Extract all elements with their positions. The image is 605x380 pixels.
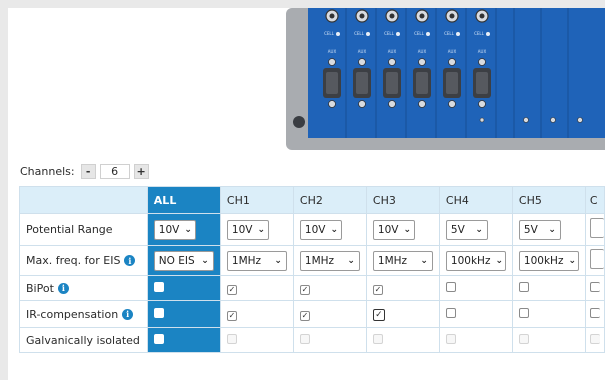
- bipot-checkbox-ch3[interactable]: ✓: [372, 284, 383, 295]
- increment-button[interactable]: +: [133, 163, 149, 179]
- max-freq-select-ch3[interactable]: 1MHz ⌄: [372, 250, 433, 271]
- chevron-down-icon: ⌄: [274, 255, 282, 266]
- max-freq-select-ch6-partial[interactable]: [589, 249, 604, 269]
- header-ch5: CH5: [511, 186, 586, 214]
- chevron-down-icon: ⌄: [495, 255, 503, 266]
- potential-range-select-ch5[interactable]: 5V ⌄: [518, 219, 561, 240]
- max-freq-select-all[interactable]: NO EIS ⌄: [153, 250, 214, 271]
- potential-range-select-ch2[interactable]: 10V ⌄: [299, 219, 342, 240]
- galvanic-checkbox-ch5: [518, 333, 529, 344]
- channels-label: Channels:: [20, 164, 75, 178]
- bipot-checkbox-ch5[interactable]: [518, 281, 529, 292]
- ir-comp-checkbox-ch4[interactable]: [445, 307, 456, 318]
- row-label-potential-range: Potential Range: [19, 213, 148, 246]
- ir-comp-checkbox-ch3[interactable]: ✓: [372, 309, 385, 322]
- header-ch6-partial: C: [584, 186, 605, 214]
- chevron-down-icon: ⌄: [475, 224, 483, 235]
- ir-comp-checkbox-ch6-partial[interactable]: [589, 307, 600, 318]
- galvanic-checkbox-ch1: [226, 333, 237, 344]
- chevron-down-icon: ⌄: [184, 224, 192, 235]
- bipot-checkbox-ch6-partial[interactable]: [589, 281, 600, 292]
- galvanic-checkbox-ch3: [372, 333, 383, 344]
- max-freq-select-ch2[interactable]: 1MHz ⌄: [299, 250, 360, 271]
- table-row-bipot: BiPot i ✓ ✓ ✓: [19, 275, 605, 301]
- ir-comp-checkbox-ch2[interactable]: ✓: [299, 310, 310, 321]
- potentiostat-device-image: CELL AUX CELL AUX CELL AUX CELL AUX CELL AUX CELL A…: [286, 8, 605, 150]
- galvanic-checkbox-ch4: [445, 333, 456, 344]
- chevron-down-icon: ⌄: [257, 224, 266, 235]
- channel-count-stepper: Channels: - 6 +: [20, 162, 149, 180]
- ir-comp-checkbox-ch1[interactable]: ✓: [226, 310, 237, 321]
- bipot-checkbox-ch2[interactable]: ✓: [299, 284, 310, 295]
- info-icon[interactable]: i: [122, 308, 134, 320]
- potential-range-select-ch3[interactable]: 10V ⌄: [372, 219, 415, 240]
- svg-text:CELL: CELL: [444, 31, 455, 36]
- potential-range-select-ch1[interactable]: 10V ⌄: [226, 219, 269, 240]
- channels-count-input[interactable]: 6: [99, 163, 130, 179]
- galvanic-checkbox-all[interactable]: [153, 333, 164, 344]
- row-label-max-freq: Max. freq. for EIS: [26, 254, 121, 267]
- header-all: ALL: [146, 186, 221, 214]
- svg-text:AUX: AUX: [448, 49, 457, 54]
- svg-text:AUX: AUX: [358, 49, 367, 54]
- bipot-checkbox-all[interactable]: [153, 281, 164, 292]
- table-row-potential-range: Potential Range 10V ⌄ 10V ⌄ 10V ⌄ 10V ⌄ 5V ⌄ …: [19, 213, 605, 246]
- chevron-down-icon: ⌄: [347, 255, 355, 266]
- max-freq-select-ch5[interactable]: 100kHz ⌄: [518, 250, 579, 271]
- chevron-down-icon: ⌄: [403, 224, 412, 235]
- svg-text:AUX: AUX: [478, 49, 487, 54]
- chevron-down-icon: ⌄: [548, 224, 556, 235]
- info-icon[interactable]: i: [124, 255, 136, 266]
- max-freq-select-ch4[interactable]: 100kHz ⌄: [445, 250, 506, 271]
- content-panel: CELL AUX CELL AUX CELL AUX CELL AUX CELL AUX CELL A…: [8, 8, 605, 380]
- svg-text:CELL: CELL: [324, 31, 335, 36]
- ir-comp-checkbox-ch5[interactable]: [518, 307, 529, 318]
- bipot-checkbox-ch1[interactable]: ✓: [226, 284, 237, 295]
- bipot-checkbox-ch4[interactable]: [445, 281, 456, 292]
- svg-text:CELL: CELL: [384, 31, 395, 36]
- header-ch4: CH4: [438, 186, 513, 214]
- max-freq-select-ch1[interactable]: 1MHz ⌄: [226, 250, 287, 271]
- potential-range-select-ch4[interactable]: 5V ⌄: [445, 219, 488, 240]
- svg-text:AUX: AUX: [388, 49, 397, 54]
- header-empty-cell: [19, 186, 148, 214]
- galvanic-checkbox-ch6-partial: [589, 333, 600, 344]
- potential-range-select-ch6-partial[interactable]: [589, 218, 604, 238]
- galvanic-checkbox-ch2: [299, 333, 310, 344]
- svg-text:CELL: CELL: [354, 31, 365, 36]
- chevron-down-icon: ⌄: [201, 255, 209, 266]
- row-label-bipot: BiPot: [26, 281, 54, 295]
- chevron-down-icon: ⌄: [568, 255, 576, 266]
- table-row-ir-compensation: IR-compensation i ✓ ✓ ✓: [19, 300, 605, 328]
- chevron-down-icon: ⌄: [420, 255, 428, 266]
- header-ch3: CH3: [365, 186, 440, 214]
- channel-config-table: ALL CH1 CH2 CH3 CH4 CH5 C Potential Rang…: [19, 186, 605, 353]
- svg-text:AUX: AUX: [328, 49, 337, 54]
- decrement-button[interactable]: -: [80, 163, 96, 179]
- svg-text:CELL: CELL: [414, 31, 425, 36]
- header-ch2: CH2: [292, 186, 367, 214]
- info-icon[interactable]: i: [57, 282, 69, 294]
- header-ch1: CH1: [219, 186, 294, 214]
- table-header-row: ALL CH1 CH2 CH3 CH4 CH5 C: [19, 186, 605, 214]
- ir-comp-checkbox-all[interactable]: [153, 307, 164, 318]
- table-row-max-freq: Max. freq. for EIS i NO EIS ⌄ 1MHz ⌄ 1MHz ⌄ …: [19, 245, 605, 276]
- svg-text:AUX: AUX: [418, 49, 427, 54]
- chevron-down-icon: ⌄: [330, 224, 339, 235]
- row-label-galvanic-isolation: Galvanically isolated: [19, 327, 148, 353]
- potential-range-select-all[interactable]: 10V ⌄: [153, 219, 196, 240]
- row-label-ir-compensation: IR-compensation: [26, 307, 119, 321]
- svg-text:CELL: CELL: [474, 31, 485, 36]
- table-row-galvanic-isolation: Galvanically isolated: [19, 327, 605, 353]
